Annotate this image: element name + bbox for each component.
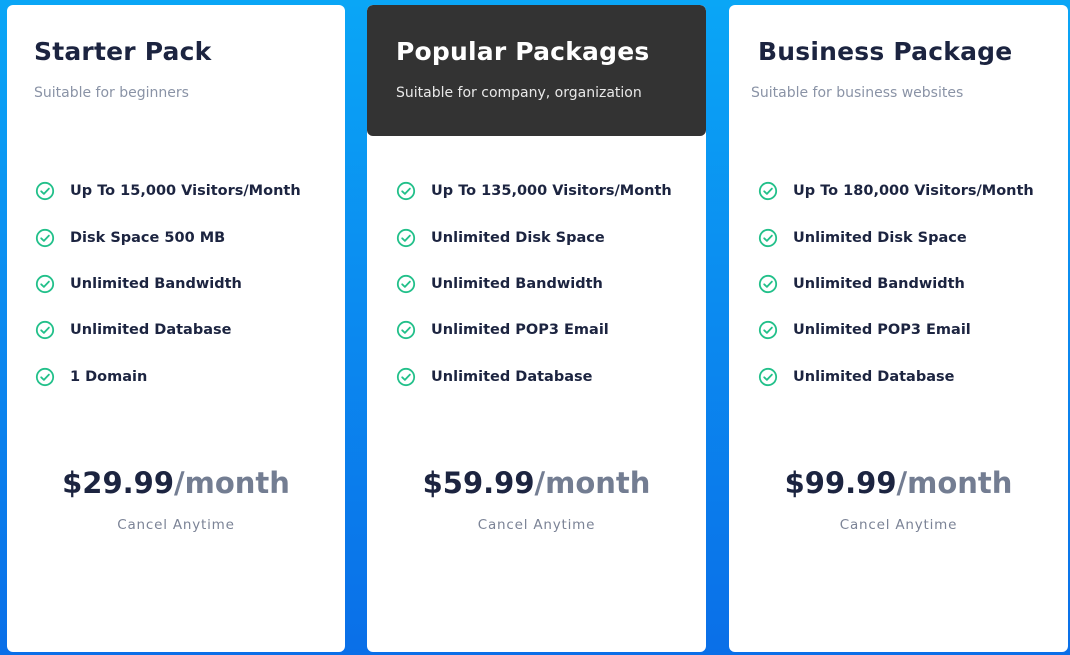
price-amount: $99.99 <box>784 466 897 500</box>
feature-label: Up To 15,000 Visitors/Month <box>70 183 301 200</box>
check-circle-icon <box>35 321 55 340</box>
pricing-card-popular: Popular Packages Suitable for company, o… <box>367 5 706 652</box>
feature-label: Unlimited Bandwidth <box>431 275 603 292</box>
cancel-note: Cancel Anytime <box>477 517 596 533</box>
feature-item: Unlimited Database <box>35 307 301 353</box>
check-circle-icon <box>396 367 416 386</box>
feature-item: Unlimited Disk Space <box>758 214 1034 260</box>
check-circle-icon <box>396 228 416 247</box>
feature-list: Up To 180,000 Visitors/Month Unlimited D… <box>758 168 1034 400</box>
plan-price: $99.99/month <box>729 463 1068 503</box>
feature-item: Unlimited Disk Space <box>396 214 672 260</box>
feature-label: Unlimited Disk Space <box>431 229 605 246</box>
feature-item: Unlimited Bandwidth <box>35 261 301 307</box>
feature-item: Up To 135,000 Visitors/Month <box>396 168 672 214</box>
feature-label: Unlimited Database <box>793 368 955 385</box>
check-circle-icon <box>35 367 55 386</box>
feature-list: Up To 135,000 Visitors/Month Unlimited D… <box>396 168 672 400</box>
pricing-card-starter: Starter Pack Suitable for beginners Up T… <box>7 5 345 652</box>
feature-label: Disk Space 500 MB <box>70 229 226 246</box>
pricing-card-business: Business Package Suitable for business w… <box>729 5 1068 652</box>
card-header: Business Package Suitable for business w… <box>729 5 1068 136</box>
feature-item: Up To 180,000 Visitors/Month <box>758 168 1034 214</box>
check-circle-icon <box>758 274 778 294</box>
check-circle-icon <box>396 182 416 201</box>
price-amount: $59.99 <box>422 466 535 500</box>
price-period: /month <box>896 466 1013 500</box>
feature-item: Unlimited Database <box>396 354 672 400</box>
check-circle-icon <box>758 228 778 247</box>
feature-label: Unlimited Disk Space <box>793 229 967 246</box>
feature-label: Unlimited POP3 Email <box>431 322 609 339</box>
check-circle-icon <box>758 182 778 201</box>
check-circle-icon <box>396 274 416 294</box>
feature-label: Unlimited POP3 Email <box>793 322 971 339</box>
feature-item: Unlimited POP3 Email <box>758 307 1034 353</box>
cancel-note: Cancel Anytime <box>839 517 958 533</box>
feature-label: Unlimited Database <box>70 322 232 339</box>
feature-label: Unlimited Bandwidth <box>70 275 242 292</box>
feature-item: Disk Space 500 MB <box>35 214 301 260</box>
feature-label: 1 Domain <box>70 368 148 385</box>
feature-label: Unlimited Database <box>431 368 593 385</box>
check-circle-icon <box>758 367 778 386</box>
feature-item: Up To 15,000 Visitors/Month <box>35 168 301 214</box>
feature-label: Up To 135,000 Visitors/Month <box>431 183 672 200</box>
check-circle-icon <box>396 321 416 340</box>
check-circle-icon <box>35 182 55 201</box>
price-period: /month <box>174 466 290 500</box>
feature-label: Up To 180,000 Visitors/Month <box>793 183 1034 200</box>
feature-item: 1 Domain <box>35 354 301 400</box>
plan-subtitle: Suitable for beginners <box>34 85 189 101</box>
check-circle-icon <box>35 274 55 294</box>
feature-list: Up To 15,000 Visitors/Month Disk Space 5… <box>35 168 301 400</box>
feature-item: Unlimited Database <box>758 354 1034 400</box>
card-header: Starter Pack Suitable for beginners <box>7 5 345 136</box>
cancel-note: Cancel Anytime <box>117 517 235 533</box>
plan-subtitle: Suitable for company, organization <box>396 85 642 101</box>
price-period: /month <box>534 466 651 500</box>
price-amount: $29.99 <box>62 466 175 500</box>
card-header: Popular Packages Suitable for company, o… <box>367 5 706 136</box>
plan-subtitle: Suitable for business websites <box>751 85 964 101</box>
check-circle-icon <box>35 228 55 247</box>
plan-title: Starter Pack <box>34 37 212 66</box>
feature-item: Unlimited Bandwidth <box>758 261 1034 307</box>
plan-title: Business Package <box>758 37 1013 66</box>
plan-price: $59.99/month <box>367 463 706 503</box>
feature-label: Unlimited Bandwidth <box>793 275 965 292</box>
feature-item: Unlimited POP3 Email <box>396 307 672 353</box>
plan-title: Popular Packages <box>396 37 650 66</box>
plan-price: $29.99/month <box>7 463 345 503</box>
feature-item: Unlimited Bandwidth <box>396 261 672 307</box>
check-circle-icon <box>758 321 778 340</box>
